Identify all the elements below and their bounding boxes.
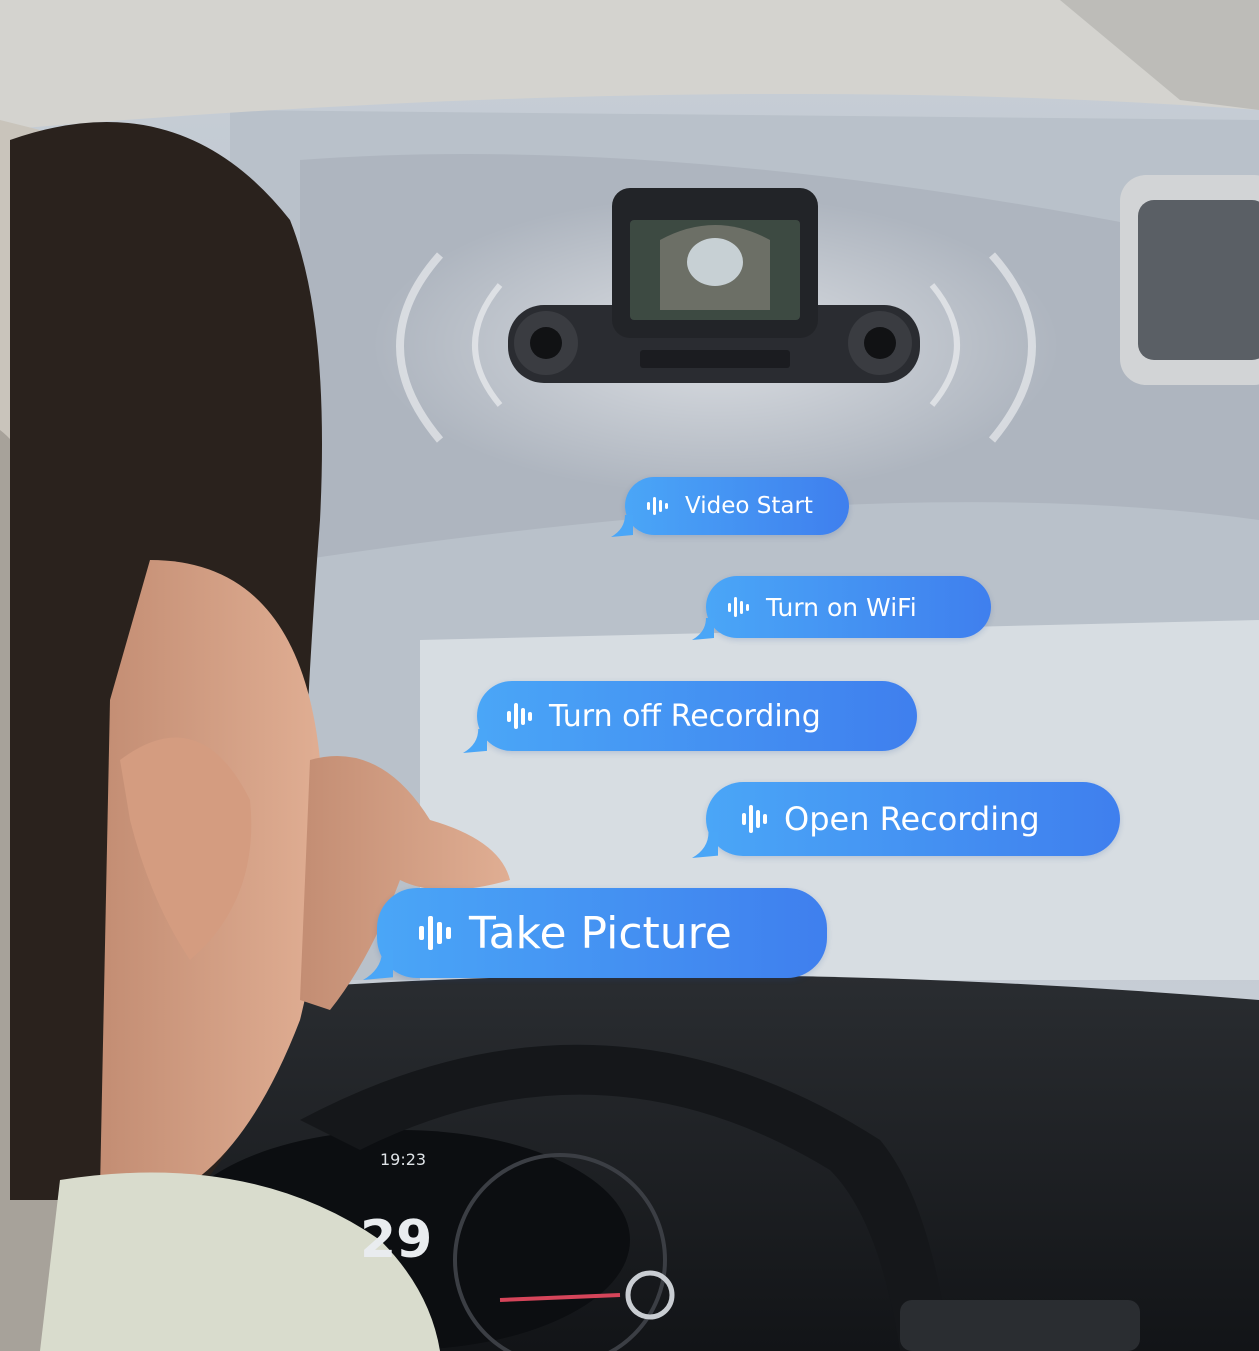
bubble-label: Turn on WiFi: [766, 592, 917, 622]
voice-wave-icon: [419, 916, 455, 950]
photo-scene: 19:23 29 Video Start Turn on WiFi Turn o…: [0, 0, 1259, 1351]
bubble-tail: [692, 618, 714, 640]
bubble-tail: [692, 832, 718, 858]
voice-command-bubble: Open Recording: [692, 782, 1120, 858]
bubble-tail: [363, 950, 393, 980]
voice-wave-icon: [647, 497, 671, 515]
voice-wave-icon: [742, 805, 770, 833]
bubble-label: Turn off Recording: [549, 698, 821, 734]
dashboard-speed: 29: [360, 1210, 433, 1270]
voice-wave-icon: [507, 703, 535, 729]
voice-command-bubble: Turn on WiFi: [692, 576, 991, 640]
bubble-label: Open Recording: [784, 800, 1040, 838]
bubble-tail: [463, 729, 487, 753]
voice-command-bubble: Video Start: [611, 477, 849, 537]
bubble-label: Take Picture: [469, 907, 732, 959]
bubble-tail: [611, 515, 633, 537]
voice-wave-icon: [728, 597, 752, 617]
dashboard-clock: 19:23: [380, 1150, 427, 1169]
voice-command-bubble: Turn off Recording: [463, 681, 917, 753]
voice-command-bubble: Take Picture: [363, 888, 827, 980]
car-interior-photo: [0, 0, 1259, 1351]
bubble-label: Video Start: [685, 493, 813, 519]
